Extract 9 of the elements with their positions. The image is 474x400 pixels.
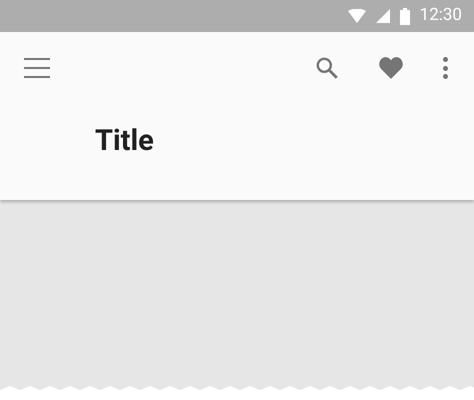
wifi-icon [348, 9, 366, 23]
signal-icon [376, 9, 390, 23]
more-button[interactable] [442, 57, 448, 79]
search-button[interactable] [314, 55, 340, 81]
menu-button[interactable] [24, 58, 50, 78]
page-title: Title [95, 123, 154, 160]
favorite-button[interactable] [378, 56, 404, 80]
status-time: 12:30 [420, 4, 462, 28]
battery-icon [400, 8, 410, 24]
